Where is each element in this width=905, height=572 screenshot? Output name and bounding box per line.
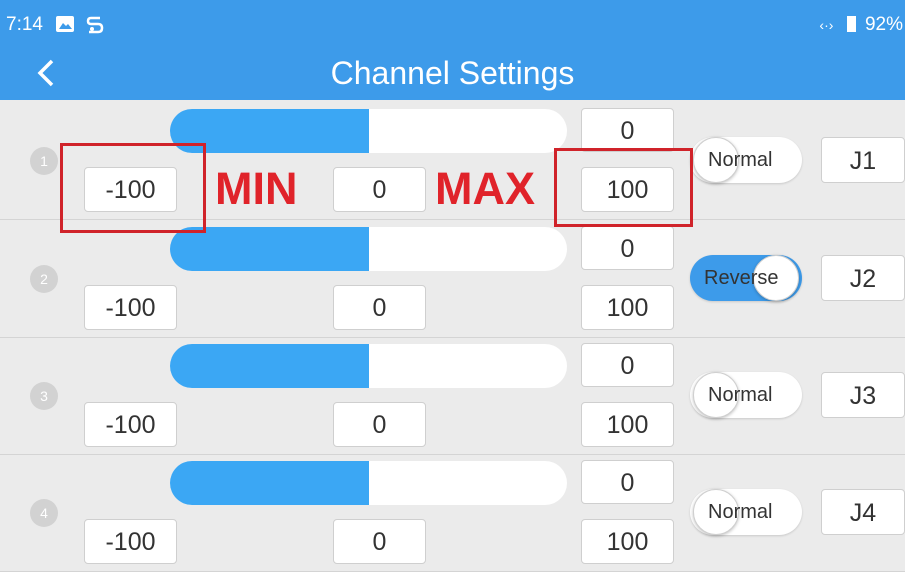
channel-center-field[interactable]: 0	[333, 519, 426, 564]
channel-min-field[interactable]: -100	[84, 285, 177, 330]
channel-control-select[interactable]: J1	[821, 137, 905, 183]
min-annotation-label: MIN	[215, 163, 298, 214]
channel-max-field[interactable]: 100	[581, 285, 674, 330]
channel-control-select[interactable]: J3	[821, 372, 905, 418]
channel-center-field[interactable]: 0	[333, 285, 426, 330]
channel-max-field[interactable]: 100	[581, 402, 674, 447]
image-icon	[55, 14, 75, 39]
channel-output-value: 0	[581, 460, 674, 504]
channel-number-badge: 3	[30, 382, 58, 410]
status-right: ‹·› 92%	[819, 14, 903, 36]
channel-min-field[interactable]: -100	[84, 402, 177, 447]
toggle-label: Normal	[708, 149, 773, 171]
channel-output-bar	[170, 109, 567, 153]
channel-control-select[interactable]: J4	[821, 489, 905, 535]
channel-direction-toggle[interactable]: Normal	[690, 489, 802, 535]
min-highlight-box	[60, 143, 206, 233]
channel-min-field[interactable]: -100	[84, 519, 177, 564]
app-s-icon	[84, 14, 106, 41]
channel-number-badge: 1	[30, 147, 58, 175]
channel-number-badge: 4	[30, 499, 58, 527]
channel-output-fill	[170, 461, 369, 505]
channel-row: 2 0 -100 0 100 Reverse J2	[0, 220, 905, 338]
channel-control-select[interactable]: J2	[821, 255, 905, 301]
channel-output-value: 0	[581, 108, 674, 152]
app-header: Channel Settings	[0, 46, 905, 100]
channel-output-bar	[170, 227, 567, 271]
network-arrows-icon: ‹·›	[819, 17, 834, 33]
battery-icon	[846, 16, 856, 32]
channel-row: 4 0 -100 0 100 Normal J4	[0, 454, 905, 572]
channel-row: 3 0 -100 0 100 Normal J3	[0, 337, 905, 455]
toggle-label: Reverse	[704, 267, 779, 289]
toggle-label: Normal	[708, 501, 773, 523]
channel-max-field[interactable]: 100	[581, 519, 674, 564]
status-bar: 7:14 ‹·› 92%	[0, 0, 905, 46]
page-title: Channel Settings	[330, 55, 575, 91]
battery-level: 92%	[864, 14, 903, 35]
max-highlight-box	[554, 148, 693, 227]
channel-output-value: 0	[581, 226, 674, 270]
channel-number-badge: 2	[30, 265, 58, 293]
channel-direction-toggle[interactable]: Reverse	[690, 255, 802, 301]
channel-output-value: 0	[581, 343, 674, 387]
toggle-label: Normal	[708, 384, 773, 406]
channel-output-fill	[170, 227, 369, 271]
channel-output-bar	[170, 461, 567, 505]
channel-output-bar	[170, 344, 567, 388]
channel-center-field[interactable]: 0	[333, 167, 426, 212]
status-time: 7:14	[6, 14, 43, 35]
channel-center-field[interactable]: 0	[333, 402, 426, 447]
channel-output-fill	[170, 344, 369, 388]
channel-direction-toggle[interactable]: Normal	[690, 372, 802, 418]
channel-direction-toggle[interactable]: Normal	[690, 137, 802, 183]
max-annotation-label: MAX	[435, 163, 535, 214]
